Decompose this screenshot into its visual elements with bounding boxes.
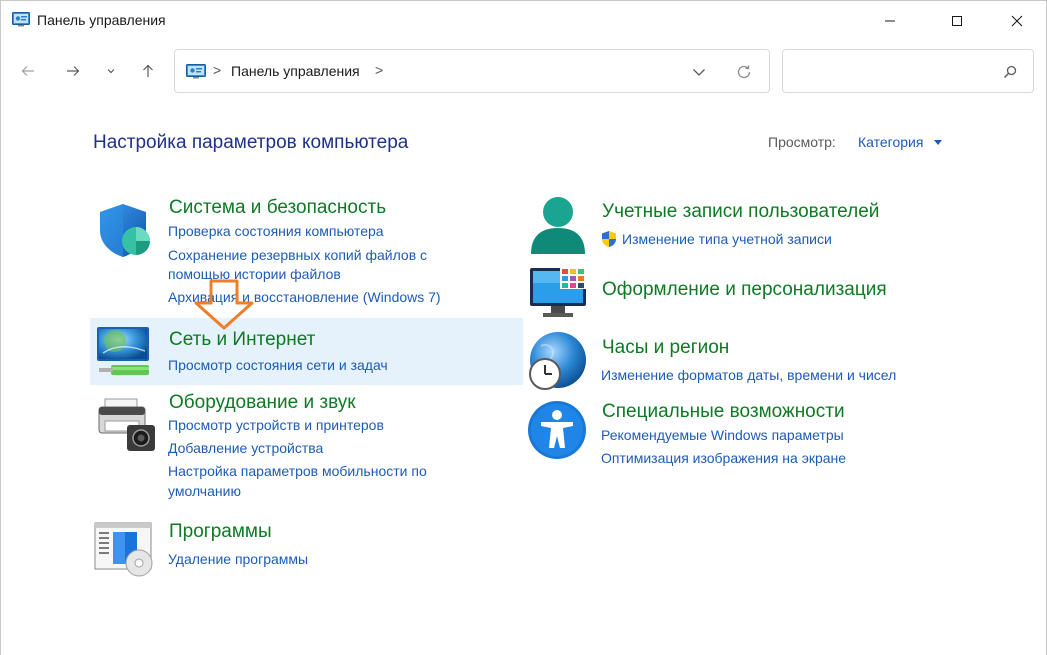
minimize-button[interactable] — [867, 1, 913, 41]
link-network-status-tasks[interactable]: Просмотр состояния сети и задач — [168, 355, 388, 376]
control-panel-icon — [186, 64, 206, 79]
chevron-down-icon — [693, 69, 705, 76]
main-content: Настройка параметров компьютера Просмотр… — [1, 99, 1046, 655]
shield-icon[interactable] — [96, 202, 154, 260]
category-title-programs[interactable]: Программы — [169, 521, 272, 543]
chevron-down-icon — [107, 69, 115, 74]
navigation-bar: > Панель управления > — [1, 41, 1046, 99]
view-by-label: Просмотр: — [768, 134, 836, 150]
caret-down-icon[interactable] — [934, 140, 942, 145]
clock-globe-icon[interactable] — [527, 332, 589, 394]
link-optimize-visual-display[interactable]: Оптимизация изображения на экране — [601, 448, 846, 469]
network-globe-icon[interactable] — [95, 323, 155, 381]
category-title-network-internet[interactable]: Сеть и Интернет — [169, 329, 315, 351]
up-button[interactable] — [134, 57, 162, 85]
maximize-button[interactable] — [934, 1, 980, 41]
address-bar[interactable]: > Панель управления > — [174, 49, 770, 93]
category-title-clock-region[interactable]: Часы и регион — [602, 337, 729, 359]
search-icon[interactable] — [1002, 64, 1018, 80]
printer-icon[interactable] — [97, 397, 157, 453]
refresh-icon — [737, 65, 751, 79]
link-change-date-time-formats[interactable]: Изменение форматов даты, времени и чисел — [601, 365, 896, 386]
category-title-ease-of-access[interactable]: Специальные возможности — [602, 401, 845, 423]
address-history-dropdown[interactable] — [687, 62, 711, 82]
arrow-left-icon — [21, 66, 34, 76]
category-title-user-accounts[interactable]: Учетные записи пользователей — [602, 201, 879, 223]
link-check-computer-status[interactable]: Проверка состояния компьютера — [168, 221, 384, 242]
window-title: Панель управления — [37, 12, 166, 28]
minimize-icon — [885, 20, 895, 22]
link-uninstall-program[interactable]: Удаление программы — [168, 549, 308, 570]
uac-shield-icon — [602, 231, 616, 247]
page-title: Настройка параметров компьютера — [93, 132, 409, 153]
programs-icon[interactable] — [94, 521, 156, 577]
arrow-right-icon — [67, 66, 80, 76]
link-add-device[interactable]: Добавление устройства — [168, 438, 323, 459]
recent-locations-button[interactable] — [99, 57, 123, 85]
search-box[interactable] — [782, 49, 1034, 93]
search-input[interactable] — [791, 58, 991, 84]
close-icon — [1011, 15, 1023, 27]
arrow-up-icon — [143, 64, 153, 77]
control-panel-window: Панель управления > Панель управления > … — [0, 0, 1047, 655]
category-title-system-security[interactable]: Система и безопасность — [169, 197, 386, 219]
control-panel-icon — [12, 12, 30, 27]
title-bar: Панель управления — [1, 1, 1046, 41]
category-title-appearance[interactable]: Оформление и персонализация — [602, 279, 887, 301]
link-mobility-settings[interactable]: Настройка параметров мобильности по — [168, 461, 427, 482]
view-by-dropdown[interactable]: Категория — [858, 134, 923, 150]
link-devices-printers[interactable]: Просмотр устройств и принтеров — [168, 415, 384, 436]
close-button[interactable] — [994, 1, 1040, 41]
link-change-account-type[interactable]: Изменение типа учетной записи — [622, 229, 832, 250]
maximize-icon — [952, 16, 962, 26]
forward-button[interactable] — [59, 57, 87, 85]
user-icon[interactable] — [529, 196, 587, 258]
refresh-button[interactable] — [732, 61, 756, 83]
breadcrumb-separator[interactable]: > — [375, 62, 383, 78]
link-mobility-settings-cont[interactable]: умолчанию — [168, 481, 241, 502]
breadcrumb-separator[interactable]: > — [213, 62, 221, 78]
category-title-hardware-sound[interactable]: Оборудование и звук — [169, 392, 356, 414]
back-button[interactable] — [14, 57, 42, 85]
link-file-history-backup[interactable]: Сохранение резервных копий файлов с — [168, 245, 427, 266]
accessibility-icon[interactable] — [527, 400, 589, 462]
display-icon[interactable] — [529, 266, 589, 320]
link-recommended-windows-settings[interactable]: Рекомендуемые Windows параметры — [601, 425, 844, 446]
breadcrumb-control-panel[interactable]: Панель управления — [231, 63, 360, 79]
annotation-arrow-icon — [194, 279, 254, 330]
